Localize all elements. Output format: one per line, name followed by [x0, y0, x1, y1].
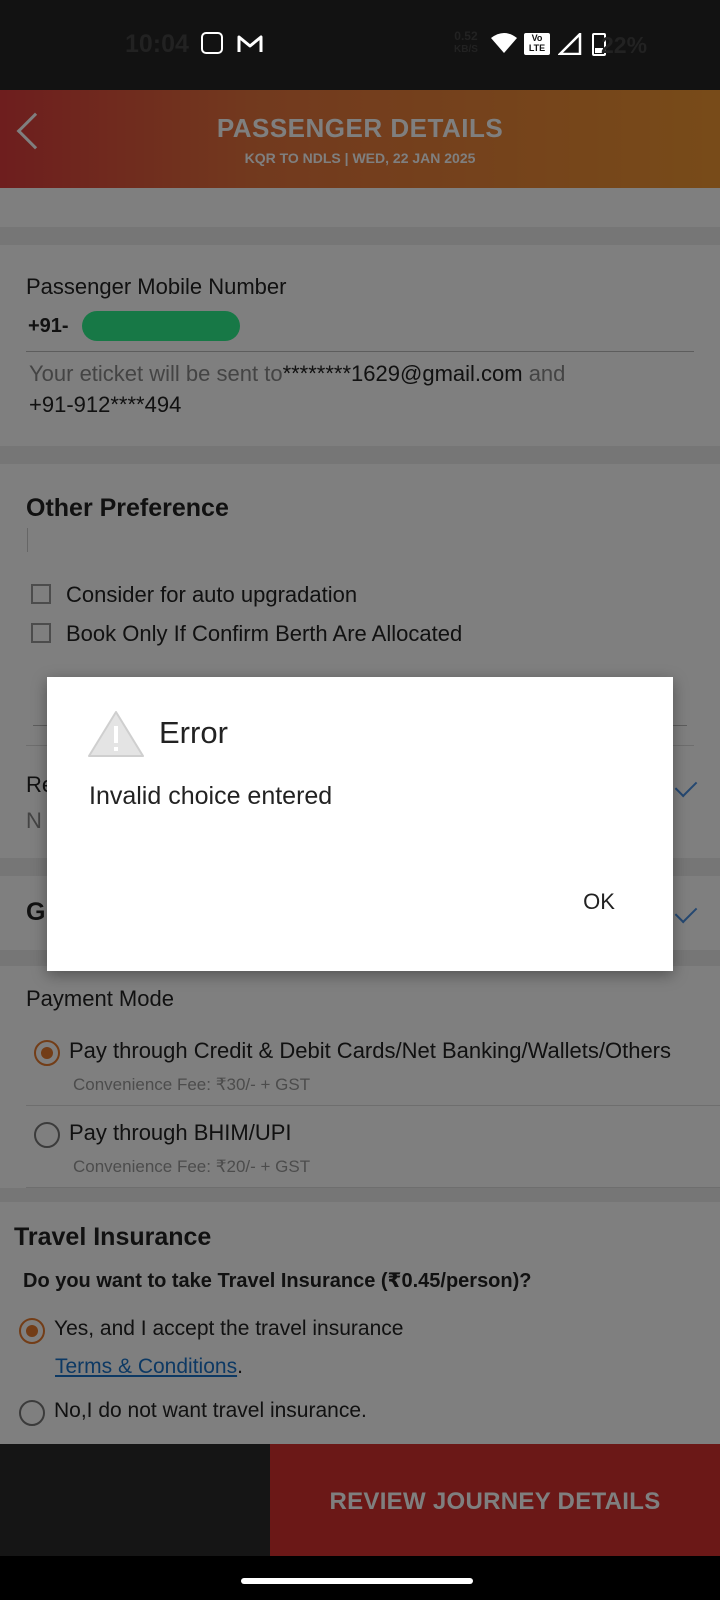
- warning-icon: [88, 711, 144, 757]
- net-speed-unit: KB/S: [454, 44, 478, 55]
- signal-icon: [558, 33, 582, 55]
- calculator-icon: [201, 32, 223, 54]
- battery-percent: 22%: [601, 32, 648, 58]
- wifi-icon: [491, 33, 517, 53]
- volte-icon: Vo LTE: [524, 33, 550, 55]
- ok-button[interactable]: OK: [551, 877, 647, 927]
- net-speed-value: 0.52: [454, 29, 478, 43]
- status-time: 10:04: [125, 30, 189, 58]
- gmail-icon: [237, 35, 263, 52]
- home-gesture-pill[interactable]: [241, 1578, 473, 1584]
- dialog-message: Invalid choice entered: [89, 782, 333, 810]
- net-speed: 0.52 KB/S: [454, 30, 478, 56]
- dialog-title: Error: [159, 715, 228, 750]
- error-dialog: Error Invalid choice entered OK: [47, 677, 673, 971]
